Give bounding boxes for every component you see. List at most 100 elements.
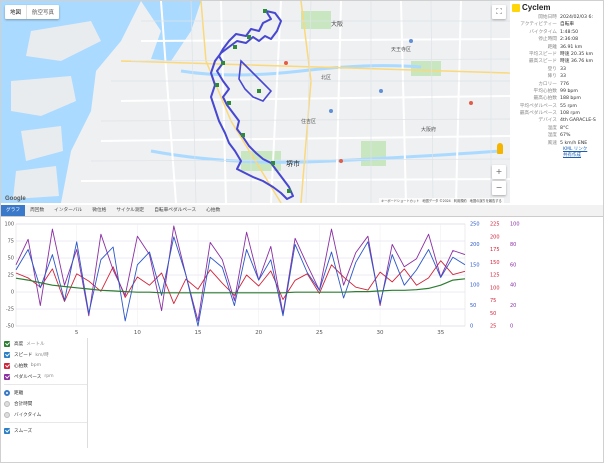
stat-label: カロリー: [538, 81, 557, 87]
legend-label: 高度: [14, 341, 24, 347]
x-tick-label: 25: [316, 330, 323, 336]
cyclemeter-logo-icon: [512, 3, 520, 12]
stat-row: 距離 36.91 km: [510, 44, 603, 51]
zoom-in-button[interactable]: +: [492, 165, 506, 179]
tab-6[interactable]: 心拍数: [201, 205, 225, 216]
legend-unit: rpm: [44, 374, 54, 379]
checkbox-icon[interactable]: [4, 373, 10, 380]
stat-value: 1:48:50: [560, 29, 579, 35]
x-axis-mode-option[interactable]: 距離: [4, 387, 87, 398]
map-attribution[interactable]: キーボードショートカット 地図データ ©2024 利用規約 地図の誤りを報告する: [379, 198, 504, 203]
legend-series-toggle[interactable]: ペダルペース rpm: [4, 371, 87, 382]
x-tick-label: 20: [255, 330, 262, 336]
map-label: 天王寺区: [391, 47, 411, 53]
stat-value: 776: [560, 81, 569, 87]
right-axis-tick-label: 25: [490, 324, 496, 330]
radio-icon[interactable]: [4, 411, 10, 418]
stat-row: 降り 33: [510, 73, 603, 80]
stat-value: 時速 36.76 km: [560, 59, 594, 65]
checkbox-icon[interactable]: [4, 427, 10, 434]
checkbox-icon[interactable]: [4, 340, 10, 347]
stat-row: 平均心拍数 99 bpm: [510, 88, 603, 95]
legend-series-toggle[interactable]: スピード km/時: [4, 349, 87, 360]
x-tick-label: 15: [195, 330, 202, 336]
stat-row: アクティビティー 自転車: [510, 21, 603, 28]
map-type-map[interactable]: 地図: [5, 5, 28, 19]
legend-series-toggle[interactable]: 高度 メートル: [4, 338, 87, 349]
pegman-icon[interactable]: [497, 143, 503, 154]
checkbox-icon[interactable]: [4, 351, 10, 358]
route-map[interactable]: 堺市 大阪 北区 天王寺区 大阪府 住吉区 地図 航空写真 ⛶ + − Goog…: [1, 1, 510, 203]
stat-value: 33: [560, 74, 566, 80]
zoom-out-button[interactable]: −: [492, 181, 506, 195]
x-tick-label: 30: [377, 330, 384, 336]
stat-row: 登り 33: [510, 66, 603, 73]
right-axis-tick-label: 50: [470, 303, 476, 309]
x-axis-mode-option[interactable]: 合計時間: [4, 398, 87, 409]
radio-icon[interactable]: [4, 389, 10, 396]
y-tick-label: 50: [8, 256, 14, 262]
stat-label: アクティビティー: [520, 22, 557, 28]
right-axis-tick-label: 225: [490, 222, 500, 228]
map-type-control[interactable]: 地図 航空写真: [5, 5, 60, 19]
stat-value: 36.91 km: [560, 44, 583, 50]
stat-label: 最高ペダルペース: [519, 111, 557, 117]
stat-row: カロリー 776: [510, 81, 603, 88]
stat-value: 99 bpm: [560, 88, 578, 94]
stat-label: 降り: [547, 74, 557, 80]
stat-label: 湿度: [547, 133, 557, 139]
smooth-toggle[interactable]: スムーズ: [4, 425, 87, 436]
y-tick-label: 100: [4, 222, 14, 228]
stat-value: 55 rpm: [560, 103, 577, 109]
tab-0[interactable]: グラフ: [1, 205, 26, 216]
chart-legend: 高度 メートル スピード km/時 心拍数 bpm ペダルペース rpm 距離 合計時間 バイクタイ…: [4, 338, 88, 448]
stat-label: 最高スピード: [528, 59, 557, 65]
map-label: 堺市: [286, 159, 300, 168]
radio-icon[interactable]: [4, 400, 10, 407]
stat-value: 108 rpm: [560, 111, 580, 117]
legend-label: 心拍数: [14, 363, 28, 369]
right-axis-tick-label: 250: [470, 222, 480, 228]
tab-5[interactable]: 自転車ペダルペース: [149, 205, 201, 216]
stat-label: 停止時間: [538, 37, 557, 43]
y-tick-label: -50: [6, 324, 14, 330]
y-tick-label: -25: [6, 307, 14, 313]
stat-label: 風速: [547, 140, 557, 146]
stat-label: デバイス: [538, 118, 557, 124]
stat-row: 温度 8°C: [510, 125, 603, 132]
tab-4[interactable]: サイクル測定: [111, 205, 149, 216]
stat-value: 4th GARACLE-S: [560, 118, 596, 124]
right-axis-tick-label: 175: [490, 247, 500, 253]
tab-2[interactable]: インターバル: [49, 205, 87, 216]
stats-list: 開始日時 2024/02/03 6: アクティビティー 自転車 バイクタイム 1:48:5…: [510, 14, 603, 159]
stat-row: デバイス 4th GARACLE-S: [510, 117, 603, 124]
map-canvas[interactable]: 堺市 大阪 北区 天王寺区 大阪府 住吉区: [1, 1, 510, 203]
legend-series-toggle[interactable]: 心拍数 bpm: [4, 360, 87, 371]
right-axis-tick-label: 125: [490, 273, 500, 279]
right-axis-tick-label: 150: [490, 260, 500, 266]
x-tick-label: 10: [134, 330, 141, 336]
stat-row: バイクタイム 1:48:50: [510, 29, 603, 36]
x-axis-mode-option[interactable]: バイクタイム: [4, 409, 87, 420]
share-link[interactable]: 共有作成: [563, 153, 603, 159]
stat-value: 8°C: [560, 125, 569, 131]
checkbox-icon[interactable]: [4, 362, 10, 369]
y-tick-label: 25: [8, 273, 14, 279]
stat-value: 67%: [560, 133, 571, 139]
stat-value: 33: [560, 66, 566, 72]
google-logo: Google: [5, 196, 26, 202]
legend-label: スピード: [14, 352, 33, 358]
x-tick-label: 5: [75, 330, 79, 336]
tab-1[interactable]: 周回数: [25, 205, 49, 216]
stat-label: バイクタイム: [529, 29, 557, 35]
stat-label: 距離: [547, 44, 557, 50]
map-type-satellite[interactable]: 航空写真: [27, 5, 59, 19]
stat-row: 停止時間 2:36:08: [510, 36, 603, 43]
brand: Cyclem: [512, 3, 550, 12]
legend-label: ペダルペース: [14, 374, 42, 380]
stat-row: 平均ペダルペース 55 rpm: [510, 103, 603, 110]
y-tick-label: 0: [11, 290, 14, 296]
tab-3[interactable]: 微位格: [87, 205, 111, 216]
fullscreen-button[interactable]: ⛶: [492, 5, 506, 19]
divider: [4, 422, 87, 423]
